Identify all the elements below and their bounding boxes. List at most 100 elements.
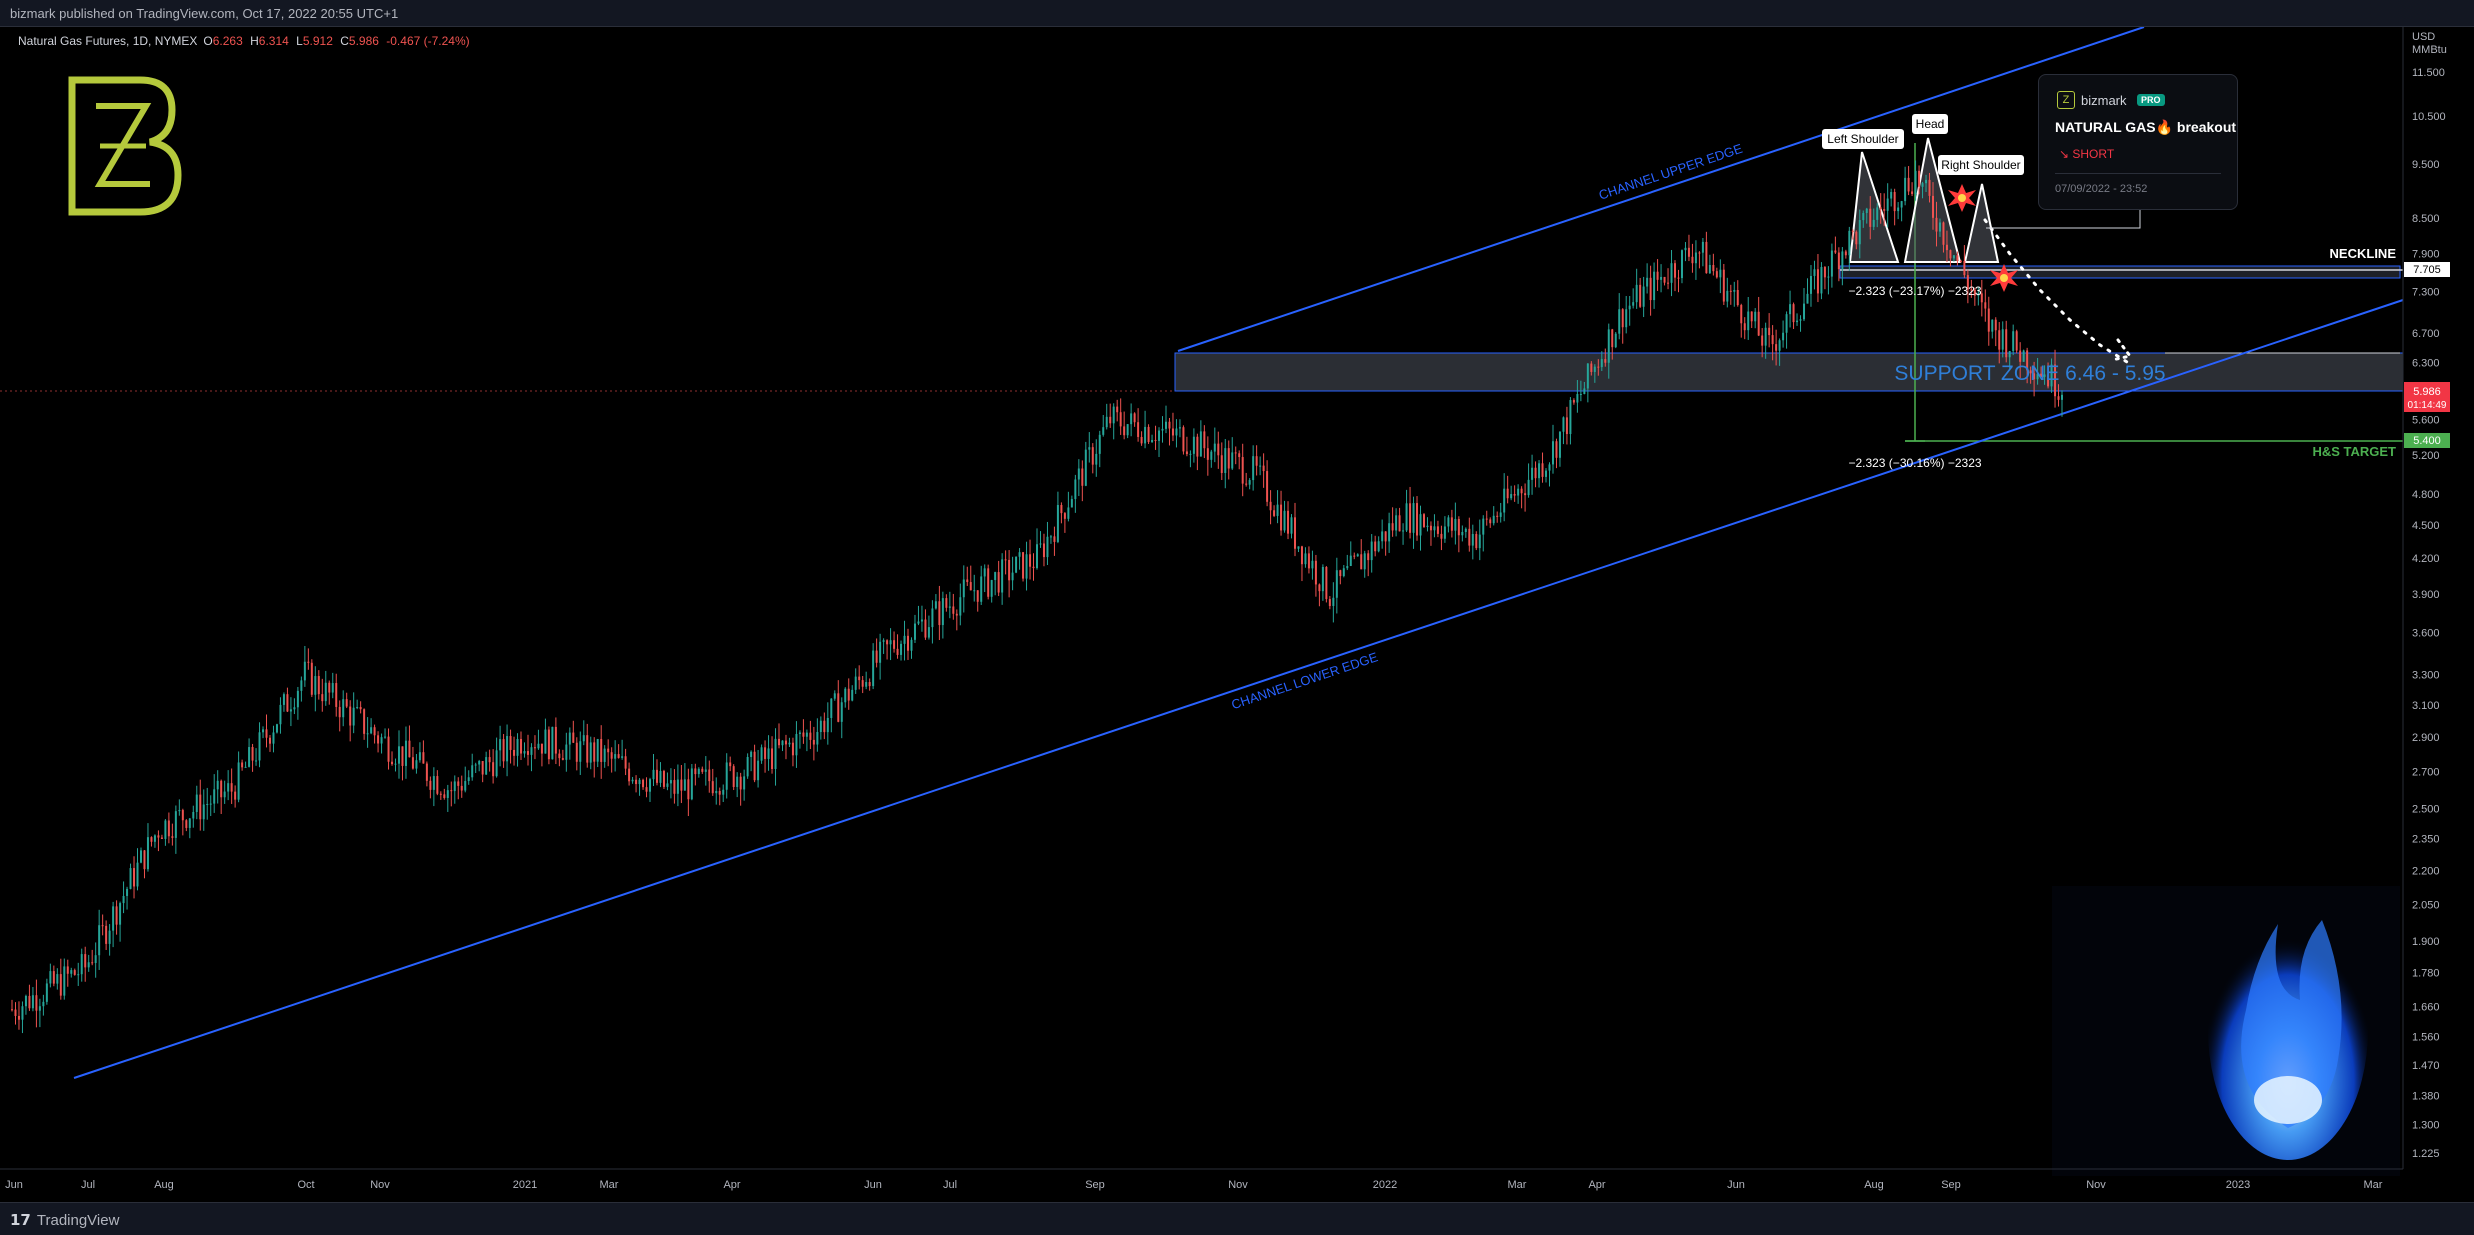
candle-body (1942, 222, 1945, 245)
candle-body (1886, 198, 1889, 211)
candle-body (268, 737, 271, 744)
candle-body (394, 763, 397, 765)
candle-body (868, 682, 871, 687)
candle-body (174, 811, 177, 838)
neckline-price: 7.705 (2413, 264, 2441, 276)
candle-body (1046, 536, 1049, 558)
candle-body (2022, 350, 2025, 362)
candle-body (1897, 207, 1900, 212)
candle-body (1088, 447, 1091, 450)
candle-body (642, 779, 645, 788)
candle-body (669, 780, 672, 784)
candle-body (1625, 309, 1628, 328)
candle-body (1830, 250, 1833, 277)
candle-body (1485, 518, 1488, 520)
candle-body (1036, 544, 1038, 569)
candle-body (1405, 503, 1408, 531)
candle-body (1719, 269, 1722, 278)
measure-label-2: −2.323 (−30.16%) −2323 (1848, 456, 1981, 470)
candle-body (488, 757, 491, 763)
candle-body (133, 868, 136, 887)
candles-layer (11, 160, 2063, 1034)
candle-body (1332, 597, 1335, 606)
candle-body (1182, 427, 1185, 452)
candle-body (1597, 366, 1600, 368)
candle-body (1611, 329, 1614, 348)
tradingview-logo[interactable]: 𝟭𝟳 TradingView (10, 1211, 119, 1229)
candle-body (774, 738, 777, 769)
price-tick-label: 1.300 (2412, 1119, 2440, 1131)
candle-body (1489, 519, 1492, 524)
candle-body (882, 640, 885, 642)
candle-body (1269, 501, 1272, 511)
high-label: H (250, 34, 259, 48)
candle-body (411, 757, 414, 769)
candle-body (579, 741, 582, 762)
candle-body (1266, 471, 1269, 502)
candle-body (314, 676, 317, 695)
candle-body (70, 970, 73, 974)
candle-body (746, 756, 749, 777)
candle-body (708, 769, 711, 782)
target-price: 5.400 (2413, 435, 2441, 447)
candle-body (24, 995, 27, 1007)
candle-body (366, 733, 369, 735)
candle-body (63, 966, 66, 996)
candle-body (1262, 465, 1265, 472)
candle-body (607, 748, 610, 753)
close-label: C (340, 34, 349, 48)
candle-body (1935, 217, 1938, 232)
time-tick-label: Sep (1085, 1179, 1105, 1191)
left-shoulder-shape (1848, 151, 1900, 263)
candle-body (1827, 276, 1830, 278)
candle-body (1816, 269, 1819, 294)
candle-body (188, 818, 191, 828)
candle-body (195, 794, 198, 813)
author-name[interactable]: bizmark (2081, 93, 2127, 108)
candle-body (199, 794, 202, 820)
low-value: 5.912 (303, 34, 333, 48)
candle-body (1056, 505, 1059, 542)
candle-body (324, 682, 327, 702)
candle-body (1123, 426, 1126, 436)
candle-body (652, 769, 655, 780)
candle-body (171, 836, 174, 838)
candle-body (1328, 599, 1331, 606)
hs-target-label: H&S TARGET (2312, 444, 2396, 459)
candle-body (485, 757, 488, 775)
candle-body (1538, 463, 1541, 479)
candle-body (1729, 290, 1732, 292)
candle-body (1081, 468, 1084, 486)
candle-body (474, 764, 477, 766)
measure-label-1: −2.323 (−23.17%) −2323 (1848, 284, 1981, 298)
candle-body (628, 768, 631, 782)
candle-body (1273, 510, 1276, 516)
candle-body (544, 729, 547, 754)
candle-body (1862, 212, 1865, 221)
candle-body (1775, 344, 1778, 351)
idea-title[interactable]: NATURAL GAS🔥 breakout (2055, 119, 2236, 136)
candle-body (1715, 271, 1718, 278)
candle-body (446, 790, 449, 798)
candle-body (1280, 504, 1283, 531)
candle-body (533, 747, 536, 749)
last-price: 5.986 (2413, 386, 2441, 398)
candle-body (1171, 428, 1174, 436)
candle-body (666, 783, 669, 787)
price-tick-label: 1.660 (2412, 1001, 2440, 1013)
time-tick-label: Apr (1588, 1179, 1605, 1191)
candle-body (1851, 230, 1854, 232)
candle-body (342, 699, 345, 718)
candle-body (1708, 264, 1711, 274)
candle-body (1614, 333, 1617, 348)
candle-body (28, 995, 31, 1009)
candle-body (1792, 304, 1795, 323)
time-axis[interactable]: Jun Jul Aug Oct Nov 2021 Mar Apr Jun Jul Sep Nov 202… (5, 1179, 2383, 1191)
candle-body (1433, 526, 1436, 531)
candle-body (1593, 366, 1596, 372)
candle-body (917, 621, 920, 624)
candle-body (1060, 505, 1063, 514)
candle-body (997, 572, 1000, 593)
candle-body (167, 820, 170, 837)
idea-card[interactable]: Z bizmark PRO NATURAL GAS🔥 breakout ↘ SH… (2038, 74, 2238, 210)
